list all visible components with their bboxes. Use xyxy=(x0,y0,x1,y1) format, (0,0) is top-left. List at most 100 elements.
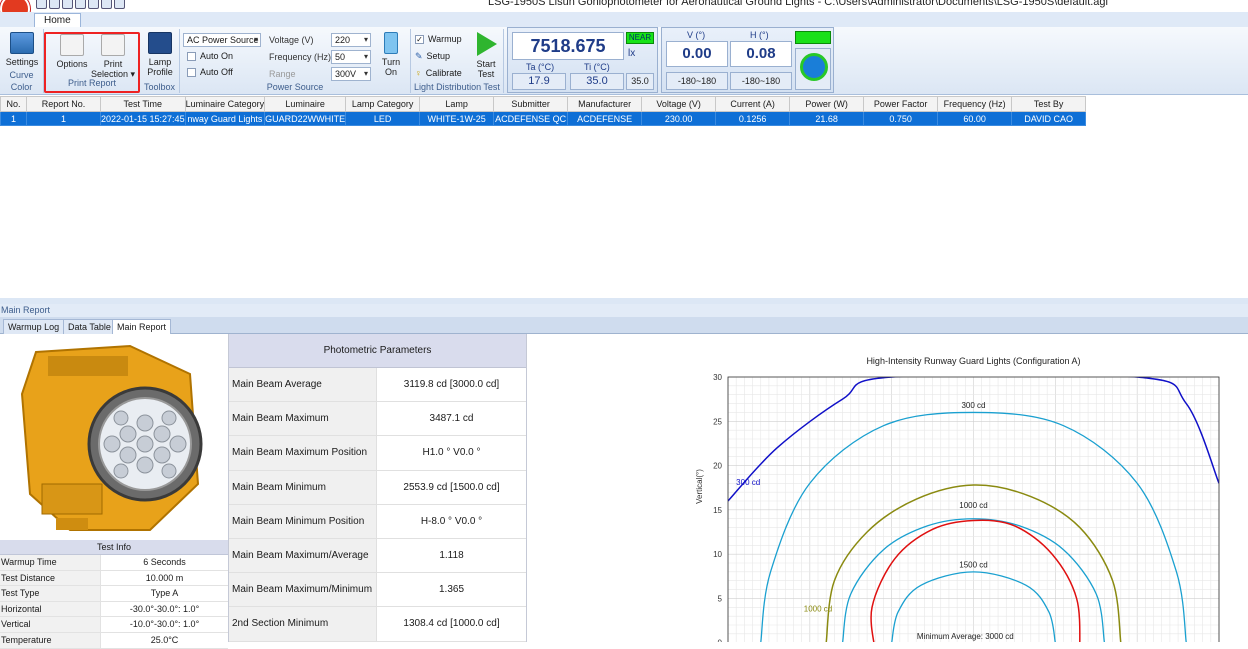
help-icon[interactable] xyxy=(114,0,125,9)
test-info-row: Test Distance10.000 m xyxy=(0,571,228,587)
group-label: Power Source xyxy=(180,81,410,93)
ta-label: Ta (°C) xyxy=(526,61,554,73)
test-info-row: Warmup Time6 Seconds xyxy=(0,555,228,571)
test-info-key: Vertical xyxy=(0,617,101,632)
tab-home[interactable]: Home xyxy=(34,13,81,28)
settings-sliders-icon xyxy=(10,32,34,54)
start-label-1: Start xyxy=(471,59,501,69)
options-button[interactable]: Options xyxy=(54,34,90,69)
table-cell[interactable]: LED xyxy=(346,112,420,126)
sync-icon[interactable] xyxy=(88,0,99,9)
row-number[interactable]: 1 xyxy=(1,112,27,126)
test-info-value: 25.0°C xyxy=(101,633,228,648)
new-icon[interactable] xyxy=(36,0,47,9)
save-icon[interactable] xyxy=(62,0,73,9)
chart-annotation: 1500 cd xyxy=(959,560,987,569)
column-header[interactable]: Voltage (V) xyxy=(642,97,716,112)
v-angle-value: 0.00 xyxy=(666,41,728,67)
tab-warmup-log[interactable]: Warmup Log xyxy=(3,319,64,334)
open-icon[interactable] xyxy=(49,0,60,9)
chart-annotation: 1000 cd xyxy=(959,501,987,510)
checkbox-box xyxy=(187,52,196,61)
h-range-button[interactable]: -180~180 xyxy=(730,72,792,90)
ti-setpoint-button[interactable]: 35.0 xyxy=(626,73,654,90)
group-label: Toolbox xyxy=(140,81,179,93)
column-header[interactable]: Frequency (Hz) xyxy=(938,97,1012,112)
setup-button[interactable]: ✎Setup xyxy=(415,50,450,62)
photometric-row: Main Beam Maximum PositionH1.0 ° V0.0 ° xyxy=(229,436,526,470)
play-icon xyxy=(477,32,497,56)
tab-data-table[interactable]: Data Table xyxy=(63,319,116,334)
table-cell[interactable]: 1 xyxy=(27,112,101,126)
column-header[interactable]: Luminaire xyxy=(265,97,346,112)
test-info-value: 6 Seconds xyxy=(101,555,228,570)
column-header[interactable]: Power Factor xyxy=(864,97,938,112)
table-header-row: No.Report No.Test TimeLuminaire Category… xyxy=(1,97,1086,112)
table-cell[interactable]: 0.750 xyxy=(864,112,938,126)
lamp-profile-button[interactable]: Lamp Profile xyxy=(142,32,178,77)
table-cell[interactable]: 0.1256 xyxy=(716,112,790,126)
table-cell[interactable]: ACDEFENSE QC xyxy=(494,112,568,126)
settings-icon[interactable] xyxy=(101,0,112,9)
column-header[interactable]: Manufacturer xyxy=(568,97,642,112)
power-source-select[interactable]: AC Power Source xyxy=(183,33,261,47)
range-select[interactable]: 300V xyxy=(331,67,371,81)
refresh-icon[interactable] xyxy=(75,0,86,9)
column-header[interactable]: Power (W) xyxy=(790,97,864,112)
table-cell[interactable]: 2022-01-15 15:27:45 xyxy=(101,112,186,126)
settings-button[interactable]: Settings xyxy=(4,32,40,67)
group-label: Light Distribution Test xyxy=(411,81,503,93)
table-cell[interactable]: 21.68 xyxy=(790,112,864,126)
column-header[interactable]: Test By xyxy=(1012,97,1086,112)
table-cell[interactable]: ACDEFENSE xyxy=(568,112,642,126)
column-header[interactable]: No. xyxy=(1,97,27,112)
frequency-select[interactable]: 50 xyxy=(331,50,371,64)
auto-on-label: Auto On xyxy=(200,50,233,62)
table-row[interactable]: 112022-01-15 15:27:45nway Guard LightsGU… xyxy=(1,112,1086,126)
voltage-label: Voltage (V) xyxy=(269,34,314,46)
print-selection-button[interactable]: Print Selection ▾ xyxy=(90,34,136,79)
photometric-row: Main Beam Minimum PositionH-8.0 ° V0.0 ° xyxy=(229,505,526,539)
y-tick-label: 20 xyxy=(713,462,722,471)
group-curve-color: Settings Curve Color xyxy=(0,29,44,93)
table-cell[interactable]: nway Guard Lights xyxy=(185,112,265,126)
auto-on-checkbox[interactable]: Auto On xyxy=(187,50,233,62)
settings-label: Settings xyxy=(6,57,39,67)
photometric-key: Main Beam Minimum Position xyxy=(229,505,377,538)
column-header[interactable]: Test Time xyxy=(101,97,186,112)
table-cell[interactable]: 230.00 xyxy=(642,112,716,126)
table-cell[interactable]: WHITE-1W-25 xyxy=(420,112,494,126)
group-label: Print Report xyxy=(46,77,138,89)
table-cell[interactable]: DAVID CAO xyxy=(1012,112,1086,126)
warmup-checkbox[interactable]: ✓Warmup xyxy=(415,33,462,45)
window-title: LSG-1950S Lisun Goniophotometer for Aero… xyxy=(488,0,1108,8)
auto-off-checkbox[interactable]: Auto Off xyxy=(187,66,233,78)
main-report-panel-title: Main Report xyxy=(0,304,1248,317)
column-header[interactable]: Submitter xyxy=(494,97,568,112)
column-header[interactable]: Lamp xyxy=(420,97,494,112)
tab-main-report[interactable]: Main Report xyxy=(112,319,171,334)
calibrate-button[interactable]: ♀Calibrate xyxy=(415,67,462,79)
photometric-value: 1.365 xyxy=(377,573,526,606)
column-header[interactable]: Lamp Category xyxy=(346,97,420,112)
sync-button[interactable] xyxy=(795,48,831,90)
switch-icon xyxy=(384,32,398,54)
v-range-button[interactable]: -180~180 xyxy=(666,72,728,90)
table-cell[interactable]: 60.00 xyxy=(938,112,1012,126)
photometric-value: H1.0 ° V0.0 ° xyxy=(377,436,526,469)
start-test-button[interactable]: Start Test xyxy=(471,32,501,79)
turn-on-button[interactable]: Turn On xyxy=(375,32,407,77)
photometric-value: 1308.4 cd [1000.0 cd] xyxy=(377,607,526,640)
photometric-title: Photometric Parameters xyxy=(229,334,526,368)
voltage-select[interactable]: 220 xyxy=(331,33,371,47)
group-light-distribution-test: ✓Warmup ✎Setup ♀Calibrate Start Test Lig… xyxy=(411,29,504,93)
app-logo-icon[interactable] xyxy=(0,0,30,12)
column-header[interactable]: Luminaire Category xyxy=(185,97,265,112)
column-header[interactable]: Report No. xyxy=(27,97,101,112)
photometric-value: 3487.1 cd xyxy=(377,402,526,435)
group-toolbox: Lamp Profile Toolbox xyxy=(140,29,180,93)
group-power-source: AC Power Source Auto On Auto Off Voltage… xyxy=(180,29,411,93)
column-header[interactable]: Current (A) xyxy=(716,97,790,112)
table-cell[interactable]: GUARD22WWHITE xyxy=(265,112,346,126)
photometric-key: Main Beam Maximum xyxy=(229,402,377,435)
